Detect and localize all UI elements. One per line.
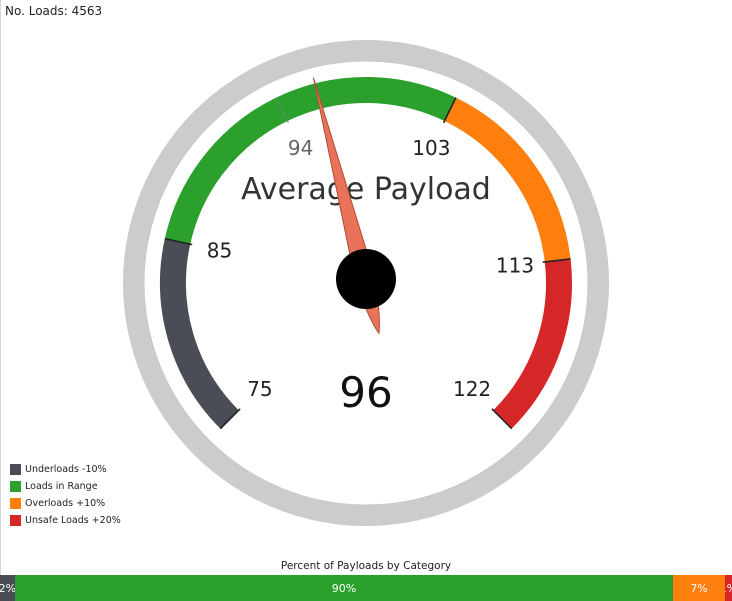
category-bar: 2% 90% 7% 1% (0, 575, 732, 601)
legend-swatch (10, 515, 21, 526)
legend-swatch (10, 464, 21, 475)
legend-item: Underloads -10% (10, 461, 121, 478)
bar-segment: 7% (673, 575, 725, 601)
legend-label: Unsafe Loads +20% (25, 515, 121, 526)
legend-swatch (10, 481, 21, 492)
legend-item: Unsafe Loads +20% (10, 512, 121, 529)
legend-label: Overloads +10% (25, 498, 106, 509)
bar-segment: 2% (0, 575, 15, 601)
bar-segment: 90% (14, 575, 674, 601)
tick-label: 75 (247, 377, 272, 401)
bar-segment-label: 2% (0, 581, 15, 595)
gauge-hub (336, 249, 396, 309)
tick-label: 122 (453, 377, 491, 401)
bar-segment: 1% (724, 575, 732, 601)
legend-label: Loads in Range (25, 481, 98, 492)
tick-label: 85 (207, 239, 232, 263)
legend-label: Underloads -10% (25, 464, 107, 475)
bar-segment-label: 1% (725, 582, 732, 595)
bar-title: Percent of Payloads by Category (280, 560, 452, 572)
tick-label: 113 (496, 253, 534, 277)
legend-item: Overloads +10% (10, 495, 121, 512)
bar-segment-label: 7% (690, 581, 708, 595)
bar-segment-label: 90% (331, 581, 357, 595)
legend-item: Loads in Range (10, 478, 121, 495)
gauge-title: Average Payload (241, 172, 491, 207)
legend-swatch (10, 498, 21, 509)
gauge-value: 96 (339, 368, 392, 417)
tick-label: 103 (412, 136, 450, 160)
legend: Underloads -10% Loads in Range Overloads +… (10, 461, 121, 529)
tick-label: 94 (288, 136, 313, 160)
